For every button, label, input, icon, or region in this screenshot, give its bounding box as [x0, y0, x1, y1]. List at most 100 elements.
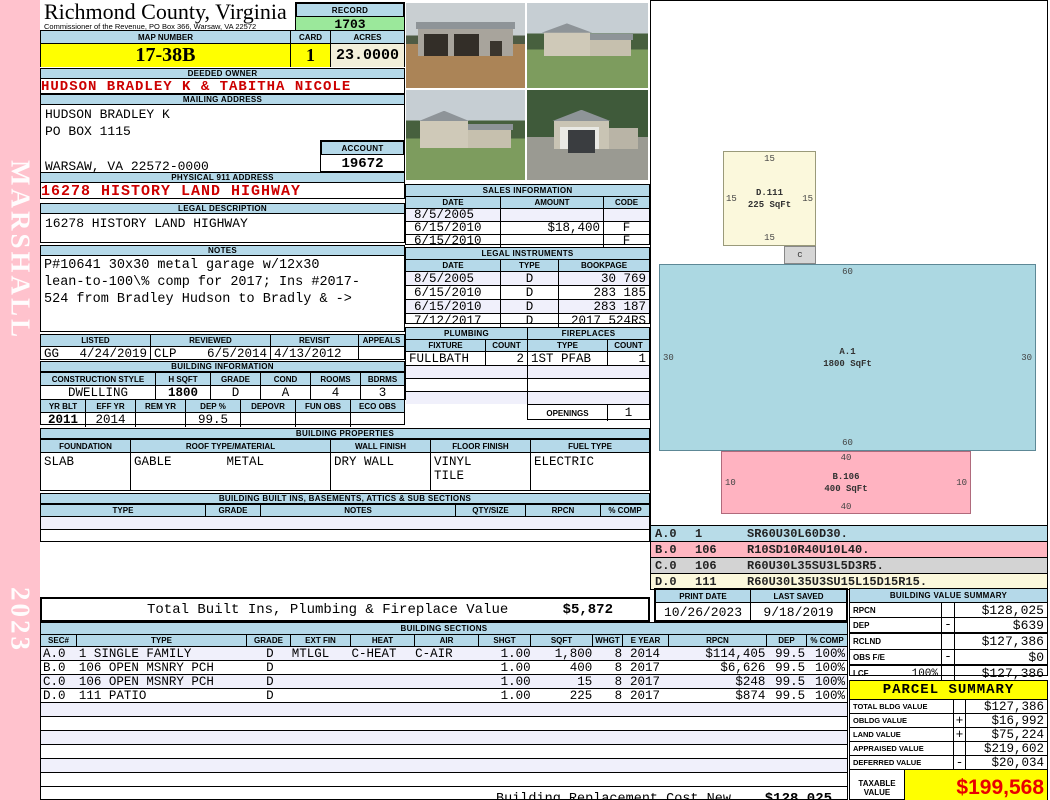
- bs-sqft: 400: [569, 661, 593, 675]
- bvs-name: LCF: [853, 669, 869, 678]
- cond-value: A: [261, 386, 311, 399]
- ps-name: TOTAL BLDG VALUE: [850, 700, 954, 713]
- account-value: 19672: [341, 156, 384, 172]
- bs-eyear: 2014: [629, 647, 660, 661]
- li-row-date: 6/15/2010: [406, 300, 501, 313]
- total-built-ins-label: Total Built Ins, Plumbing & Fireplace Va…: [147, 601, 509, 618]
- bi-grade-label: GRADE: [206, 505, 261, 516]
- bdrms-value: 3: [378, 386, 387, 399]
- bs-comp: 100%: [814, 675, 845, 689]
- print-date-label: PRINT DATE: [656, 590, 751, 602]
- code-type: 106: [695, 558, 717, 573]
- print-date-value: 10/26/2023: [656, 603, 751, 621]
- bs-whgt: 8: [614, 661, 623, 675]
- bs-grade: D: [266, 661, 274, 675]
- taxable-value-label: TAXABLE VALUE: [850, 770, 905, 800]
- bs-whgt: 8: [614, 647, 623, 661]
- total-built-ins-value: $5,872: [562, 601, 613, 618]
- bs-sec: B.0: [43, 661, 66, 675]
- bs-dep: 99.5: [775, 647, 806, 661]
- floor-label: FLOOR FINISH: [431, 440, 531, 452]
- sketch-d-dim-bottom: 15: [764, 233, 775, 243]
- ps-op: +: [954, 714, 966, 727]
- record-value: 1703: [296, 17, 404, 32]
- bs-comp: 100%: [814, 647, 845, 661]
- legal-instruments-table: LEGAL INSTRUMENTS DATE TYPE BOOKPAGE 8/5…: [405, 247, 650, 327]
- fireplace-count-value: 1: [638, 352, 646, 365]
- notes-line-1: P#10641 30x30 metal garage w/12x30: [44, 258, 320, 273]
- bs-h-dep: DEP: [767, 635, 807, 646]
- sketch-d-dim-top: 15: [764, 154, 775, 164]
- reviewed-by: CLP: [154, 347, 177, 360]
- bs-extfin: [292, 689, 352, 702]
- sketch-a-dim-top: 60: [842, 267, 853, 277]
- bs-extfin: [292, 675, 352, 688]
- bs-extfin: [292, 661, 352, 674]
- county-header: Richmond County, Virginia Commissioner o…: [44, 0, 292, 32]
- map-number-label: MAP NUMBER: [41, 31, 291, 43]
- bvs-value: $128,025: [981, 603, 1044, 617]
- last-saved-label: LAST SAVED: [751, 590, 846, 602]
- bs-dep: 99.5: [775, 661, 806, 675]
- legal-instruments-label: LEGAL INSTRUMENTS: [406, 248, 649, 260]
- bs-h-shgt: SHGT: [479, 635, 531, 646]
- bs-eyear: 2017: [629, 675, 660, 689]
- bs-eyear: 2017: [629, 661, 660, 675]
- code-sec: A.0: [655, 526, 677, 541]
- property-photo-3: [406, 90, 525, 180]
- li-date-label: DATE: [406, 260, 501, 271]
- bi-rpcn-label: RPCN: [526, 505, 601, 516]
- li-row-type: D: [501, 300, 559, 313]
- bs-extfin: MTLGL: [291, 647, 330, 661]
- bvs-op: -: [942, 650, 955, 664]
- floor-finish-value-1: VINYL: [434, 455, 472, 469]
- photo2-building: [543, 31, 590, 56]
- code-vector: R60U30L35U3SU15L15D15R15.: [747, 574, 928, 589]
- reviewed-label: REVIEWED: [151, 335, 271, 346]
- bs-heat: C-HEAT: [351, 647, 397, 661]
- eff-yr-label: EFF YR: [86, 400, 136, 412]
- bs-h-heat: HEAT: [351, 635, 415, 646]
- openings-value: 1: [624, 406, 633, 420]
- ps-value: $20,034: [991, 756, 1044, 769]
- ps-op: +: [954, 728, 966, 741]
- appeals-value: [359, 347, 404, 360]
- listed-label: LISTED: [41, 335, 151, 346]
- ps-value: $75,224: [991, 728, 1044, 741]
- revisit-label: REVISIT: [271, 335, 359, 346]
- county-title: Richmond County, Virginia: [44, 0, 287, 24]
- ps-op: [954, 742, 966, 755]
- bvs-name: OBS F/E: [850, 650, 942, 664]
- fuel-label: FUEL TYPE: [531, 440, 649, 452]
- appeals-label: APPEALS: [359, 335, 404, 346]
- sketch-code-row: C.0 106 R60U30L35SU3L5D3R5.: [651, 558, 1047, 574]
- bvs-value: $127,386: [981, 634, 1044, 649]
- listed-date: 4/24/2019: [79, 347, 147, 360]
- li-type-label: TYPE: [501, 260, 559, 271]
- rooms-value: 4: [311, 386, 361, 399]
- sidebar-district-label: MARSHALL: [5, 159, 36, 340]
- li-row-type: D: [501, 286, 559, 299]
- bs-comp: 100%: [814, 689, 845, 703]
- building-section-row: C.0 106 OPEN MSNRY PCH D 1.00 15 8 2017 …: [41, 675, 847, 689]
- bs-whgt: 8: [614, 675, 623, 689]
- built-ins-table: TYPE GRADE NOTES QTY/SIZE RPCN % COMP: [40, 504, 650, 542]
- sketch-code-row: A.0 1 SR60U30L60D30.: [651, 526, 1047, 542]
- notes-label: NOTES: [40, 245, 405, 256]
- bs-sqft: 225: [569, 689, 593, 703]
- account-label: ACCOUNT: [321, 141, 404, 155]
- code-sec: C.0: [655, 558, 677, 573]
- bs-type: 106 OPEN MSNRY PCH: [78, 675, 214, 689]
- account-box: ACCOUNT 19672: [320, 140, 405, 172]
- sales-code-label: CODE: [604, 197, 649, 208]
- yr-blt-value: 2011: [41, 413, 86, 427]
- card-label: CARD: [291, 31, 331, 43]
- construction-style-value: DWELLING: [41, 386, 156, 399]
- property-photo-4: [527, 90, 648, 180]
- sales-row-code: F: [622, 235, 631, 247]
- fireplace-count-label: COUNT: [608, 340, 649, 351]
- card-value: 1: [291, 44, 331, 67]
- eco-obs-label: ECO OBS: [351, 400, 404, 412]
- bs-sec: C.0: [43, 675, 66, 689]
- bvs-pct: 100%: [911, 667, 938, 680]
